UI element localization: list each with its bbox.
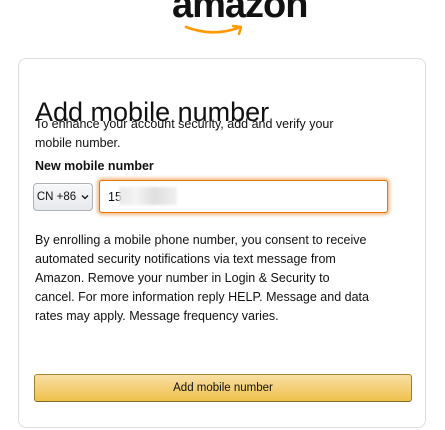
chevron-down-icon (81, 195, 89, 200)
country-code-value: CN +86 (36, 191, 77, 203)
logo-wordmark: amazon (172, 0, 308, 26)
smile-arrow-icon (184, 24, 243, 36)
intro-text: To enhance your account security, add an… (35, 117, 334, 150)
amazon-logo: amazon (0, 0, 445, 40)
add-mobile-number-button[interactable]: Add mobile number (34, 374, 412, 402)
country-code-dropdown[interactable]: CN +86 (33, 183, 93, 211)
mobile-number-label: New mobile number (35, 159, 154, 173)
add-mobile-card: Add mobile number To enhance your accoun… (18, 58, 426, 428)
consent-disclaimer: By enrolling a mobile phone number, you … (35, 233, 369, 323)
redacted-digits (119, 187, 177, 205)
